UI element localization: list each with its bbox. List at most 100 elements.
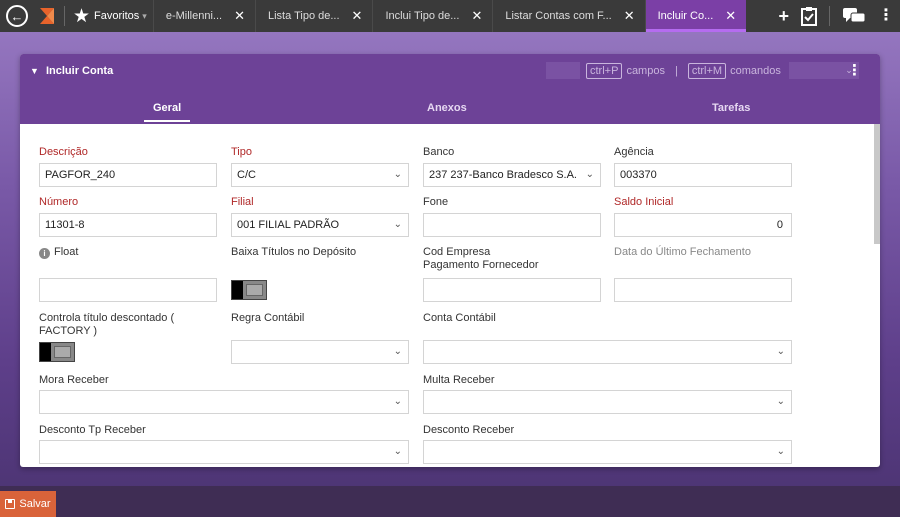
chevron-down-icon: ⌄ [393, 219, 402, 230]
fone-input[interactable] [423, 213, 601, 237]
numero-input[interactable]: 11301-8 [39, 213, 217, 237]
chevron-down-icon: ▾ [142, 10, 147, 21]
tipo-label: Tipo [231, 146, 252, 158]
shortcut-commands-label: comandos [730, 64, 781, 77]
desconto-receber-select[interactable]: ⌄ [423, 440, 792, 464]
plus-icon[interactable]: + [778, 7, 789, 25]
mora-receber-select[interactable]: ⌄ [39, 390, 409, 414]
data-ultimo-fechamento-input[interactable] [614, 278, 792, 302]
more-vertical-icon[interactable]: ⋮ [847, 63, 862, 78]
form-tabs: Geral Anexos Tarefas [20, 100, 880, 124]
data-ultimo-fechamento-label: Data do Último Fechamento [614, 246, 751, 258]
back-icon[interactable]: ← [6, 5, 28, 27]
filial-label: Filial [231, 196, 254, 208]
banco-label: Banco [423, 146, 455, 158]
close-icon[interactable]: ✕ [352, 8, 363, 24]
info-icon[interactable]: i [39, 248, 50, 259]
shortcut-commands-key: ctrl+M [687, 62, 727, 79]
close-icon[interactable]: ✕ [624, 8, 635, 24]
numero-value: 11301-8 [45, 219, 85, 231]
scrollbar[interactable] [874, 124, 880, 244]
tab-e-millennium[interactable]: e-Millenni... ✕ [152, 0, 255, 32]
float-input[interactable] [39, 278, 217, 302]
close-icon[interactable]: ✕ [471, 8, 482, 24]
float-label-wrap: i Float [39, 246, 78, 259]
chevron-down-icon: ⌄ [393, 446, 402, 457]
controla-titulo-label-line1: Controla título descontado ( [39, 312, 175, 324]
tab-geral[interactable]: Geral [143, 102, 191, 122]
saldo-inicial-input[interactable]: 0 [614, 213, 792, 237]
agencia-value: 003370 [620, 169, 657, 181]
regra-contabil-select[interactable]: ⌄ [231, 340, 409, 364]
chevron-down-icon: ⌄ [585, 169, 594, 180]
descricao-label: Descrição [39, 146, 88, 158]
tab-incluir-conta[interactable]: Incluir Co... ✕ [644, 0, 747, 32]
chevron-down-icon: ⌄ [776, 446, 785, 457]
chat-icon[interactable] [842, 7, 866, 25]
tab-anexos[interactable]: Anexos [427, 102, 467, 114]
close-icon[interactable]: ✕ [725, 8, 736, 24]
favorites-menu[interactable]: ★ Favoritos ▾ [73, 7, 147, 26]
panel-header: ▼ Incluir Conta ctrl+P campos | ctrl+M c… [20, 54, 880, 124]
baixa-titulos-toggle[interactable] [231, 280, 267, 300]
saldo-inicial-label: Saldo Inicial [614, 196, 674, 208]
shortcut-fields-key: ctrl+P [586, 62, 623, 79]
tab-bar: e-Millenni... ✕ Lista Tipo de... ✕ Inclu… [152, 0, 747, 32]
tab-label: Incluir Co... [657, 10, 714, 22]
search-box[interactable] [546, 62, 580, 79]
top-actions: + ⋮ [778, 0, 894, 32]
multa-receber-label: Multa Receber [423, 374, 495, 386]
agencia-input[interactable]: 003370 [614, 163, 792, 187]
float-label: Float [54, 246, 79, 258]
controla-titulo-toggle[interactable] [39, 342, 75, 362]
more-vertical-icon[interactable]: ⋮ [878, 8, 894, 24]
toggle-knob [232, 281, 243, 299]
cod-empresa-label: Cod Empresa Pagamento Fornecedor [423, 246, 539, 272]
form-panel: ▼ Incluir Conta ctrl+P campos | ctrl+M c… [20, 54, 880, 467]
tipo-value: C/C [237, 169, 256, 181]
app-logo-icon[interactable] [36, 5, 58, 27]
tab-inclui-tipo[interactable]: Inclui Tipo de... ✕ [372, 0, 492, 32]
tab-label: Lista Tipo de... [267, 10, 340, 22]
footer-bar [0, 486, 900, 517]
tab-tarefas[interactable]: Tarefas [712, 102, 750, 114]
tab-listar-contas[interactable]: Listar Contas com F... ✕ [492, 0, 644, 32]
tab-lista-tipo[interactable]: Lista Tipo de... ✕ [254, 0, 372, 32]
shortcut-fields-label: campos [626, 64, 665, 77]
chevron-down-icon: ⌄ [776, 346, 785, 357]
tab-label: Inclui Tipo de... [385, 10, 460, 22]
save-button[interactable]: Salvar [0, 491, 56, 517]
clipboard-check-icon[interactable] [801, 6, 817, 26]
descricao-input[interactable]: PAGFOR_240 [39, 163, 217, 187]
divider [64, 6, 65, 26]
filial-select[interactable]: 001 FILIAL PADRÃO ⌄ [231, 213, 409, 237]
save-icon [5, 499, 16, 509]
cod-empresa-label-line1: Cod Empresa [423, 246, 491, 258]
banco-value: 237 237-Banco Bradesco S.A. [429, 169, 577, 181]
chevron-down-icon: ⌄ [393, 346, 402, 357]
favorites-label: Favoritos [94, 10, 140, 22]
conta-contabil-label: Conta Contábil [423, 312, 496, 324]
desconto-tp-receber-select[interactable]: ⌄ [39, 440, 409, 464]
close-icon[interactable]: ✕ [234, 8, 245, 24]
divider: | [674, 64, 678, 77]
desconto-tp-receber-label: Desconto Tp Receber [39, 424, 146, 436]
panel-title-text: Incluir Conta [45, 65, 114, 77]
tipo-select[interactable]: C/C ⌄ [231, 163, 409, 187]
numero-label: Número [39, 196, 79, 208]
top-bar: ← ★ Favoritos ▾ e-Millenni... ✕ Lista Ti… [0, 0, 900, 32]
cod-empresa-label-line2: Pagamento Fornecedor [423, 259, 539, 271]
banco-select[interactable]: 237 237-Banco Bradesco S.A. ⌄ [423, 163, 601, 187]
panel-title[interactable]: ▼ Incluir Conta [30, 65, 113, 77]
chevron-down-icon: ⌄ [776, 396, 785, 407]
toggle-track [246, 284, 263, 296]
fone-label: Fone [423, 196, 449, 208]
mora-receber-label: Mora Receber [39, 374, 109, 386]
filial-value: 001 FILIAL PADRÃO [237, 219, 340, 231]
chevron-down-icon: ⌄ [393, 169, 402, 180]
toggle-track [54, 346, 71, 358]
tab-label: Listar Contas com F... [505, 10, 612, 22]
conta-contabil-select[interactable]: ⌄ [423, 340, 792, 364]
cod-empresa-input[interactable] [423, 278, 601, 302]
multa-receber-select[interactable]: ⌄ [423, 390, 792, 414]
